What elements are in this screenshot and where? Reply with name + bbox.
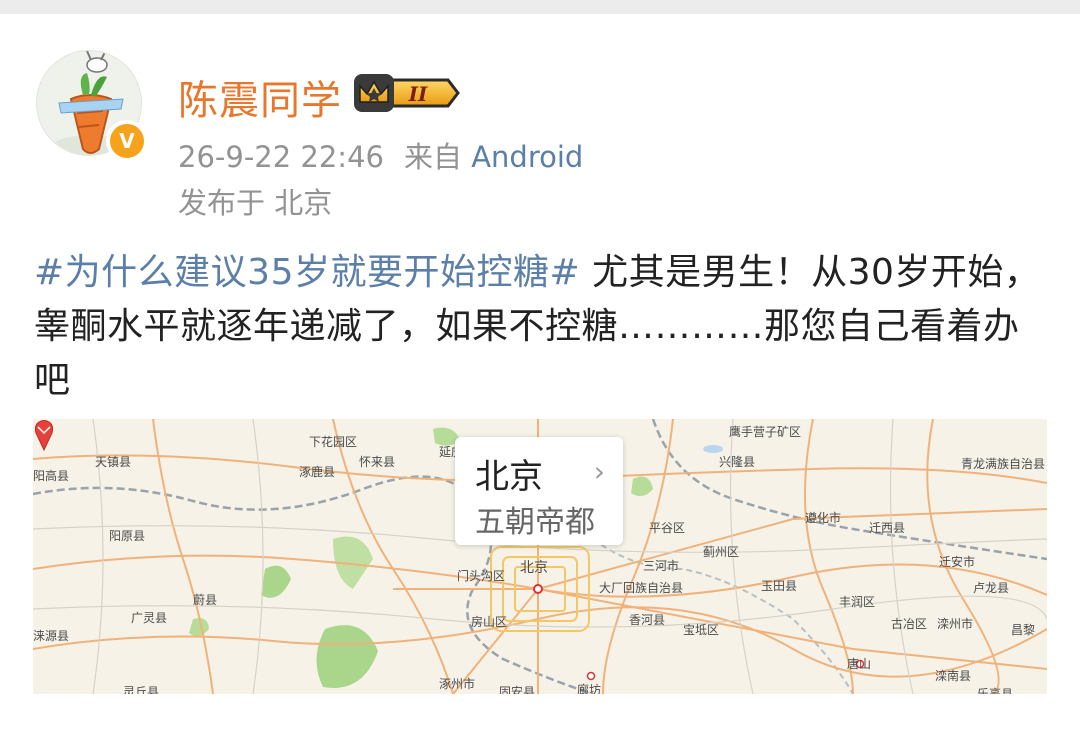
map-label: 丰润区 (839, 595, 876, 609)
map-label: 阳原县 (109, 529, 146, 543)
weibo-post-card: V 陈震同学 II 26-9-22 22:46 来自 Android 发布于 北京… (0, 14, 1080, 729)
post-meta: 26-9-22 22:46 来自 Android (178, 134, 583, 176)
map-label: 滦南县 (935, 669, 972, 683)
map-label: 昌黎 (1011, 623, 1036, 637)
map-label: 怀来县 (359, 455, 396, 469)
map-label: 遵化市 (805, 511, 842, 525)
popup-title: 北京 (475, 457, 543, 497)
source-link[interactable]: Android (471, 140, 583, 174)
map-label: 青龙满族自治县 (961, 457, 1046, 471)
map-label: 涞源县 (33, 629, 70, 643)
map-label: 大厂回族自治县 (599, 581, 684, 595)
map-label: 迁西县 (869, 521, 906, 535)
source-prefix: 来自 (403, 140, 462, 174)
chevron-right-icon: › (593, 455, 605, 488)
map-label: 香河县 (629, 613, 666, 627)
post-content: #为什么建议35岁就要开始控糖# 尤其是男生！从30岁开始，睾酮水平就逐年递减了… (34, 246, 1054, 408)
map-label: 蓟州区 (703, 545, 740, 559)
username[interactable]: 陈震同学 (178, 68, 342, 126)
vip-level-text: II (408, 82, 428, 106)
map-label: 门头沟区 (457, 569, 506, 583)
hashtag-link[interactable]: #为什么建议35岁就要开始控糖# (34, 252, 580, 293)
map-label: 蔚县 (193, 593, 218, 607)
map-label: 兴隆县 (719, 455, 756, 469)
map-label: 乐亭县 (977, 687, 1014, 694)
map-label: 固安县 (499, 685, 536, 694)
map-label: 宝坻区 (683, 623, 720, 637)
post-location: 发布于 北京 (178, 186, 333, 220)
vip-crown-badge[interactable]: II (352, 72, 460, 114)
map-label: 阳高县 (33, 469, 70, 483)
popup-subtitle: 五朝帝都 (475, 505, 595, 540)
map-label: 房山区 (471, 615, 508, 629)
map-label: 滦州市 (937, 617, 974, 631)
map-label: 鹰手营子矿区 (729, 425, 802, 439)
location-map[interactable]: 阳高县 天镇县 下花园区 怀来县 涿鹿县 延庆 鹰手营子矿区 兴隆县 青龙满族自… (33, 419, 1047, 694)
map-label: 三河市 (643, 559, 680, 573)
map-label: 涿州市 (439, 677, 476, 691)
map-label: 古冶区 (891, 617, 928, 631)
map-pin-icon (34, 420, 54, 451)
map-location-popup[interactable]: 北京 › 五朝帝都 (455, 437, 623, 545)
map-label: 廊坊 (577, 683, 602, 694)
map-label: 灵丘县 (123, 685, 160, 694)
map-label: 唐山 (847, 657, 872, 671)
map-label: 天镇县 (95, 455, 132, 469)
map-label: 下花园区 (309, 435, 358, 449)
map-label: 涿鹿县 (299, 465, 336, 479)
map-label: 玉田县 (761, 579, 798, 593)
map-label: 广灵县 (131, 611, 168, 625)
map-label: 平谷区 (649, 521, 686, 535)
map-label: 北京 (520, 560, 548, 576)
map-label: 迁安市 (939, 555, 976, 569)
post-timestamp: 26-9-22 22:46 (178, 140, 384, 174)
avatar[interactable]: V (36, 50, 148, 162)
map-label: 卢龙县 (973, 581, 1010, 595)
verified-badge: V (106, 120, 148, 162)
